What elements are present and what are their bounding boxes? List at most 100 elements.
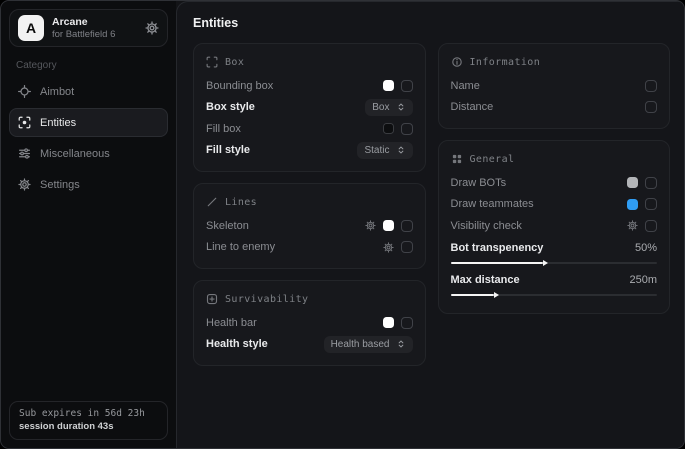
setting-row: Draw teammates: [451, 194, 658, 216]
setting-row: Health bar: [206, 312, 413, 334]
setting-label: Health bar: [206, 317, 383, 329]
subscription-info: Sub expires in 56d 23h session duration …: [9, 401, 168, 440]
setting-row: Distance: [451, 97, 658, 119]
slider-fill[interactable]: [451, 262, 544, 264]
setting-label: Bot transpenency: [451, 242, 635, 254]
session-duration-text: session duration 43s: [19, 421, 158, 432]
sidebar-item-label: Aimbot: [40, 86, 74, 98]
row-controls: [627, 177, 657, 189]
setting-row: Fill box: [206, 118, 413, 140]
setting-label: Line to enemy: [206, 241, 383, 253]
checkbox[interactable]: [401, 123, 413, 135]
checkbox[interactable]: [645, 101, 657, 113]
sidebar-item-aimbot[interactable]: Aimbot: [9, 77, 168, 106]
brand-subtitle: for Battlefield 6: [52, 29, 137, 40]
sub-expiry-text: Sub expires in 56d 23h: [19, 408, 158, 419]
setting-row: Skeleton: [206, 215, 413, 237]
card-lines: Lines Skeleton Line to enemy: [193, 183, 426, 269]
setting-label: Name: [451, 80, 646, 92]
setting-label: Fill style: [206, 144, 357, 156]
setting-label: Health style: [206, 338, 324, 350]
card-title: General: [470, 154, 515, 165]
gear-icon: [18, 178, 31, 191]
unfold-icon: [396, 102, 406, 112]
slider-fill[interactable]: [451, 294, 494, 296]
card-title: Survivability: [225, 294, 308, 305]
card-general: General Draw BOTs Draw teammatesVisibility…: [438, 140, 671, 314]
grid-icon: [451, 153, 463, 165]
line-icon: [206, 196, 218, 208]
checkbox[interactable]: [645, 220, 657, 232]
dropdown[interactable]: Static: [357, 142, 412, 159]
color-swatch[interactable]: [383, 220, 394, 231]
brand-name: Arcane: [52, 16, 137, 29]
setting-label: Draw BOTs: [451, 177, 628, 189]
unfold-icon: [396, 145, 406, 155]
card-title: Box: [225, 57, 244, 68]
row-controls: [645, 101, 657, 113]
slider-row: Bot transpenency50%: [451, 239, 658, 264]
checkbox[interactable]: [401, 317, 413, 329]
brand-text: Arcane for Battlefield 6: [52, 16, 137, 40]
sidebar-nav: Aimbot Entities Miscellaneous Settings: [9, 77, 168, 401]
column-left: BoxBounding boxBox styleBoxFill boxFill …: [193, 43, 426, 366]
slider-value: 250m: [629, 274, 657, 286]
app-window: A Arcane for Battlefield 6 Category Aimb…: [0, 0, 685, 449]
sidebar-item-label: Entities: [40, 117, 76, 129]
checkbox[interactable]: [645, 80, 657, 92]
health-icon: [206, 293, 218, 305]
card-header: Information: [451, 56, 658, 68]
setting-row: Name: [451, 75, 658, 97]
crosshair-icon: [18, 85, 31, 98]
gear-icon[interactable]: [383, 242, 394, 253]
gear-icon[interactable]: [145, 21, 159, 35]
card-header: Survivability: [206, 293, 413, 305]
setting-row: Box styleBox: [206, 97, 413, 119]
checkbox[interactable]: [401, 220, 413, 232]
slider-track[interactable]: [451, 294, 658, 296]
slider-track[interactable]: [451, 262, 658, 264]
card-box: BoxBounding boxBox styleBoxFill boxFill …: [193, 43, 426, 172]
setting-row: Health styleHealth based: [206, 334, 413, 356]
info-icon: [451, 56, 463, 68]
color-swatch[interactable]: [627, 177, 638, 188]
setting-row: Visibility check: [451, 215, 658, 237]
checkbox[interactable]: [401, 80, 413, 92]
gear-icon[interactable]: [627, 220, 638, 231]
checkbox[interactable]: [645, 177, 657, 189]
row-controls: [627, 220, 657, 232]
dropdown-value: Static: [364, 145, 389, 156]
sidebar-item-label: Miscellaneous: [40, 148, 110, 160]
card-title: Information: [470, 57, 541, 68]
sidebar-item-entities[interactable]: Entities: [9, 108, 168, 137]
avatar: A: [18, 15, 44, 41]
setting-row: Fill style Static: [206, 140, 413, 162]
dropdown[interactable]: Box: [365, 99, 412, 116]
slider-value: 50%: [635, 242, 657, 254]
card-survivability: Survivability Health bar Health styleHealt…: [193, 280, 426, 366]
card-header: Box: [206, 56, 413, 68]
row-controls: [383, 317, 413, 329]
checkbox[interactable]: [401, 241, 413, 253]
sidebar-item-miscellaneous[interactable]: Miscellaneous: [9, 139, 168, 168]
dropdown[interactable]: Health based: [324, 336, 413, 353]
sidebar: A Arcane for Battlefield 6 Category Aimb…: [1, 1, 176, 448]
color-swatch[interactable]: [383, 80, 394, 91]
setting-row: Line to enemy: [206, 237, 413, 259]
card-title: Lines: [225, 197, 257, 208]
setting-label: Distance: [451, 101, 646, 113]
row-controls: Health based: [324, 336, 413, 353]
card-information: Information Name Distance: [438, 43, 671, 129]
main-panel: Entities BoxBounding boxBox styleBoxFill…: [176, 1, 684, 448]
checkbox[interactable]: [645, 198, 657, 210]
page-title: Entities: [193, 16, 670, 30]
gear-icon[interactable]: [365, 220, 376, 231]
color-swatch[interactable]: [383, 317, 394, 328]
sidebar-item-settings[interactable]: Settings: [9, 170, 168, 199]
color-swatch[interactable]: [383, 123, 394, 134]
dropdown-value: Box: [372, 102, 389, 113]
card-header: Lines: [206, 196, 413, 208]
row-controls: [627, 198, 657, 210]
color-swatch[interactable]: [627, 199, 638, 210]
row-controls: [365, 220, 413, 232]
